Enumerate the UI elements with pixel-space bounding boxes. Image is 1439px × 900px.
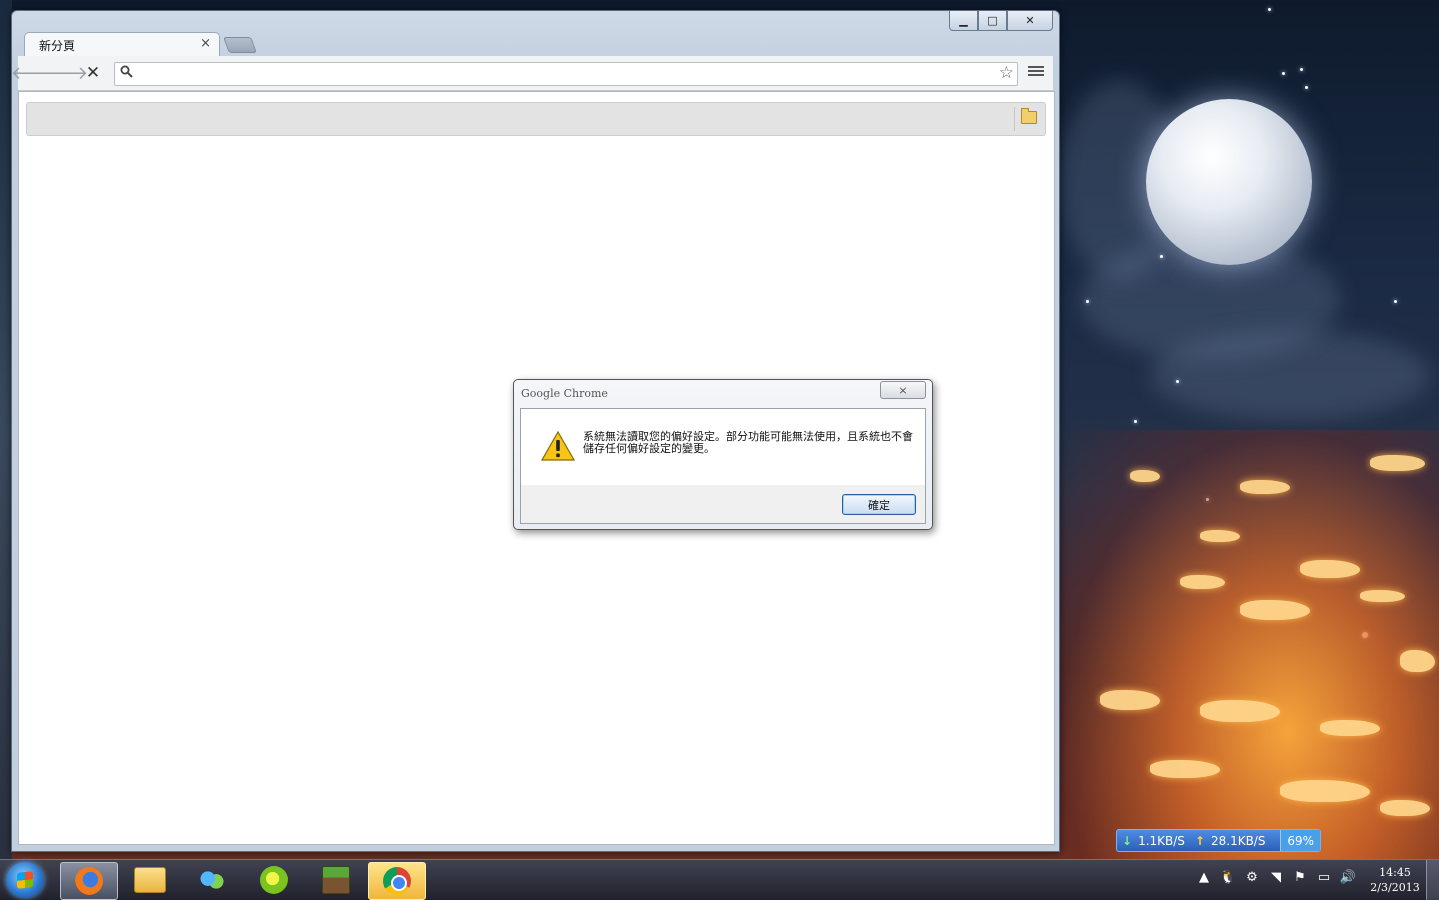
tab-new-tab[interactable]: 新分頁 × [24,32,220,57]
usage-percent: 69% [1280,830,1320,851]
clock-date: 2/3/2013 [1370,881,1420,894]
window-close-button[interactable]: ✕ [1007,11,1053,31]
tab-title: 新分頁 [39,39,76,53]
clock-time: 14:45 [1379,866,1411,879]
explorer-icon [134,867,166,893]
bookmark-star-icon[interactable]: ☆ [999,63,1014,83]
taskbar-firefox[interactable] [60,862,118,900]
other-bookmarks-folder-icon[interactable] [1021,108,1037,124]
system-tray: ▲ 🐧 ⚙ ◥ ⚑ ▭ 🔊 [1195,870,1357,885]
taskbar-messenger[interactable] [184,862,240,898]
download-arrow-icon: ↓ [1122,833,1133,848]
volume-icon[interactable]: 🔊 [1339,870,1357,885]
show-desktop-button[interactable] [1426,860,1439,900]
dialog-message: 系統無法讀取您的偏好設定。部分功能可能無法使用，且系統也不會儲存任何偏好設定的變… [583,430,913,455]
dialog-footer: 確定 [521,485,925,523]
forward-arrow-icon: 🡒 [39,62,89,84]
maximize-icon: □ [987,14,998,27]
ok-button[interactable]: 確定 [842,494,916,515]
taskbar-minecraft[interactable] [308,862,364,898]
action-center-flag-icon[interactable]: ⚑ [1291,870,1309,885]
menu-icon-bar [1028,66,1044,68]
dialog-body: 系統無法讀取您的偏好設定。部分功能可能無法使用，且系統也不會儲存任何偏好設定的變… [520,408,926,524]
upload-speed: ↑ 28.1KB/S [1190,834,1271,848]
minecraft-icon [322,866,350,894]
messenger-icon [198,866,226,894]
download-speed: ↓ 1.1KB/S [1117,834,1190,848]
moon [1146,99,1312,265]
tray-app-icon[interactable]: ⚙ [1243,870,1261,885]
firefox-icon [75,867,103,895]
taskbar-chrome[interactable] [368,862,426,900]
bookmark-divider [1014,107,1015,131]
search-icon [120,65,133,82]
stop-icon: ✕ [85,63,101,83]
network-icon[interactable]: ▭ [1315,870,1333,885]
minimize-button[interactable]: ▁ [949,11,978,31]
address-input[interactable] [139,65,993,83]
taskbar-explorer[interactable] [122,862,178,898]
close-icon: ⨯ [898,383,908,397]
chrome-icon [383,867,411,895]
start-button[interactable] [6,862,44,898]
close-icon: ✕ [1025,14,1035,27]
omnibox[interactable]: ☆ [114,62,1018,86]
forward-button[interactable]: 🡒 [40,62,88,84]
upload-arrow-icon: ↑ [1194,833,1205,848]
menu-icon-bar [1028,74,1044,76]
dialog-close-button[interactable]: ⨯ [880,381,926,399]
qq-icon[interactable]: 🐧 [1219,870,1237,885]
upload-value: 28.1KB/S [1210,833,1266,848]
minimize-icon: ▁ [959,14,968,27]
window-controls: ▁ □ ✕ [949,11,1053,31]
new-tab-button[interactable] [223,37,257,53]
show-hidden-icons-icon[interactable]: ▲ [1195,870,1213,885]
download-value: 1.1KB/S [1138,833,1185,848]
tab-close-icon[interactable]: × [200,36,211,51]
bookmark-bar [26,102,1046,136]
dialog-title: Google Chrome [521,387,608,400]
chrome-menu-button[interactable] [1028,64,1044,80]
maximize-button[interactable]: □ [978,11,1007,31]
network-speed-widget[interactable]: ↓ 1.1KB/S ↑ 28.1KB/S 69% [1116,829,1321,852]
browser-toolbar: 🡐 🡒 ✕ ☆ [11,56,1053,91]
taskbar: ▲ 🐧 ⚙ ◥ ⚑ ▭ 🔊 14:45 2/3/2013 [0,859,1439,900]
preferences-error-dialog: Google Chrome ⨯ 系統無法讀取您的偏好設定。部分功能可能無法使用，… [513,379,933,530]
clock[interactable]: 14:45 2/3/2013 [1365,865,1425,895]
flame-glow [1060,430,1439,860]
nvidia-icon[interactable]: ◥ [1267,870,1285,885]
taskbar-green-app[interactable] [246,862,302,898]
green-app-icon [260,866,288,894]
menu-icon-bar [1028,70,1044,72]
stop-button[interactable]: ✕ [82,62,104,84]
warning-icon [541,431,575,461]
